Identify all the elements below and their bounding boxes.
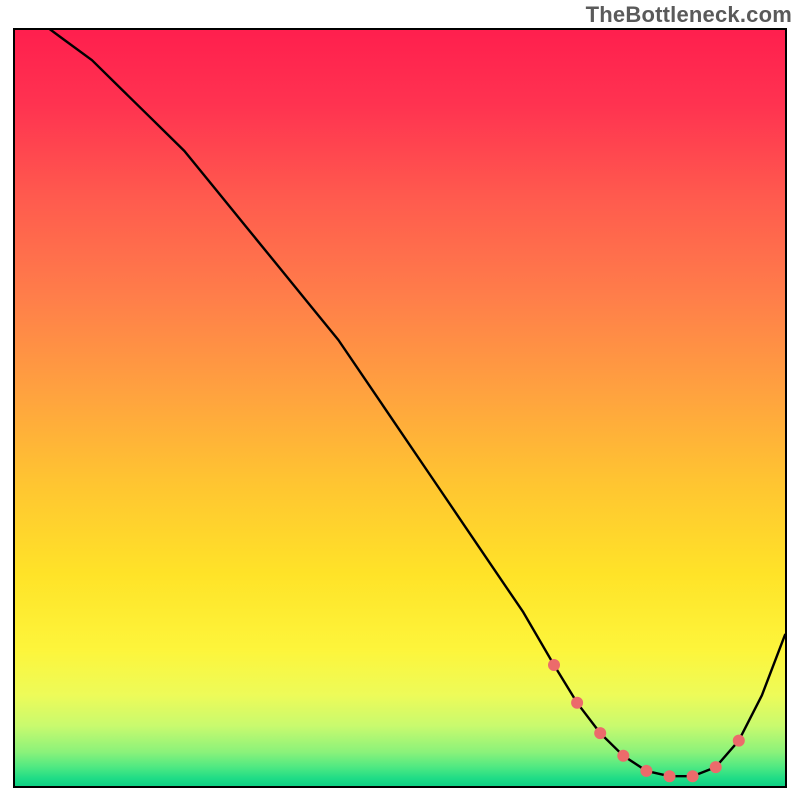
marker-dot bbox=[640, 765, 652, 777]
marker-dot bbox=[594, 727, 606, 739]
marker-dot bbox=[617, 750, 629, 762]
plot-area bbox=[13, 28, 787, 788]
marker-dot bbox=[710, 761, 722, 773]
watermark-text: TheBottleneck.com bbox=[586, 2, 792, 28]
chart-container: TheBottleneck.com bbox=[0, 0, 800, 800]
plot-svg bbox=[13, 28, 787, 788]
gradient-background bbox=[15, 30, 785, 786]
marker-dot bbox=[687, 770, 699, 782]
marker-dot bbox=[571, 697, 583, 709]
marker-dot bbox=[664, 770, 676, 782]
marker-dot bbox=[548, 659, 560, 671]
marker-dot bbox=[733, 735, 745, 747]
